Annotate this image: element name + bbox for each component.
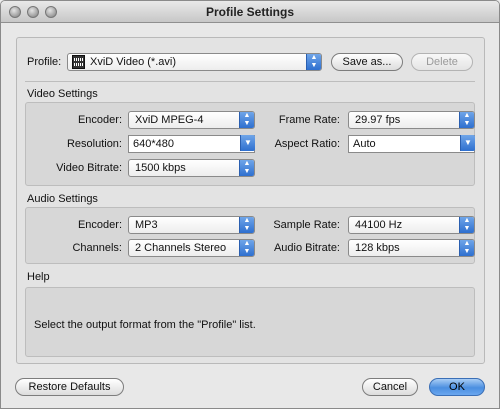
cancel-button[interactable]: Cancel (362, 378, 418, 396)
audio-settings-group: Encoder: MP3 ▲ ▼ Sample Rate: 44100 Hz ▲ ▼… (25, 207, 475, 264)
profile-label: Profile: (27, 56, 62, 68)
help-box: Select the output format from the "Profi… (25, 287, 475, 357)
sample-rate-value: 44100 Hz (355, 219, 403, 231)
video-settings-title: Video Settings (27, 88, 98, 100)
aspect-ratio-dropdown[interactable]: ▼ (460, 135, 475, 153)
chevron-down-icon: ▼ (240, 135, 255, 151)
frame-rate-label: Frame Rate: (278, 114, 340, 126)
select-arrows-icon: ▲ ▼ (459, 217, 474, 233)
video-settings-group: Encoder: XviD MPEG-4 ▲ ▼ Frame Rate: 29.9… (25, 102, 475, 186)
help-text: Select the output format from the "Profi… (34, 319, 256, 331)
select-arrows-icon: ▲ ▼ (239, 240, 254, 256)
window-title: Profile Settings (205, 5, 294, 19)
select-arrows-icon: ▲ ▼ (239, 112, 254, 128)
channels-value: 2 Channels Stereo (135, 242, 227, 254)
save-as-button[interactable]: Save as... (331, 53, 403, 71)
resolution-value[interactable]: 640*480 (133, 138, 174, 150)
channels-label: Channels: (72, 242, 122, 254)
audio-encoder-value: MP3 (135, 219, 158, 231)
sample-rate-select[interactable]: 44100 Hz ▲ ▼ (348, 216, 475, 234)
audio-encoder-label: Encoder: (77, 219, 122, 231)
audio-encoder-select[interactable]: MP3 ▲ ▼ (128, 216, 255, 234)
select-arrows-icon: ▲ ▼ (459, 112, 474, 128)
frame-rate-select[interactable]: 29.97 fps ▲ ▼ (348, 111, 475, 129)
video-bitrate-label: Video Bitrate: (56, 162, 122, 174)
resolution-combo[interactable]: 640*480 ▼ (128, 135, 255, 153)
aspect-ratio-label: Aspect Ratio: (274, 138, 340, 150)
ok-button[interactable]: OK (429, 378, 485, 396)
video-encoder-select[interactable]: XviD MPEG-4 ▲ ▼ (128, 111, 255, 129)
chevron-down-icon: ▼ (460, 135, 475, 151)
channels-select[interactable]: 2 Channels Stereo ▲ ▼ (128, 239, 255, 257)
video-bitrate-value: 1500 kbps (135, 162, 186, 174)
divider (25, 81, 475, 82)
video-encoder-label: Encoder: (77, 114, 122, 126)
select-arrows-icon: ▲ ▼ (239, 217, 254, 233)
resolution-dropdown[interactable]: ▼ (240, 135, 255, 153)
aspect-ratio-value[interactable]: Auto (353, 138, 376, 150)
audio-settings-title: Audio Settings (27, 193, 98, 205)
audio-bitrate-label: Audio Bitrate: (273, 242, 340, 254)
audio-bitrate-select[interactable]: 128 kbps ▲ ▼ (348, 239, 475, 257)
profile-select[interactable]: XviD Video (*.avi) ▲ ▼ (67, 53, 322, 71)
video-bitrate-select[interactable]: 1500 kbps ▲ ▼ (128, 159, 255, 177)
restore-defaults-button[interactable]: Restore Defaults (15, 378, 124, 396)
select-arrows-icon: ▲ ▼ (459, 240, 474, 256)
title-bar[interactable]: Profile Settings (1, 1, 499, 23)
help-title: Help (27, 271, 50, 283)
resolution-label: Resolution: (66, 138, 122, 150)
video-file-icon (72, 55, 85, 69)
video-encoder-value: XviD MPEG-4 (135, 114, 204, 126)
settings-panel: Profile: XviD Video (*.avi) ▲ ▼ Save as..… (16, 37, 485, 364)
profile-settings-window: Profile Settings Profile: XviD Video (*.… (0, 0, 500, 409)
audio-bitrate-value: 128 kbps (355, 242, 400, 254)
select-arrows-icon: ▲ ▼ (306, 54, 321, 70)
aspect-ratio-combo[interactable]: Auto ▼ (348, 135, 475, 153)
delete-button[interactable]: Delete (411, 53, 473, 71)
frame-rate-value: 29.97 fps (355, 114, 401, 126)
select-arrows-icon: ▲ ▼ (239, 160, 254, 176)
sample-rate-label: Sample Rate: (273, 219, 340, 231)
profile-select-value: XviD Video (*.avi) (90, 56, 176, 68)
